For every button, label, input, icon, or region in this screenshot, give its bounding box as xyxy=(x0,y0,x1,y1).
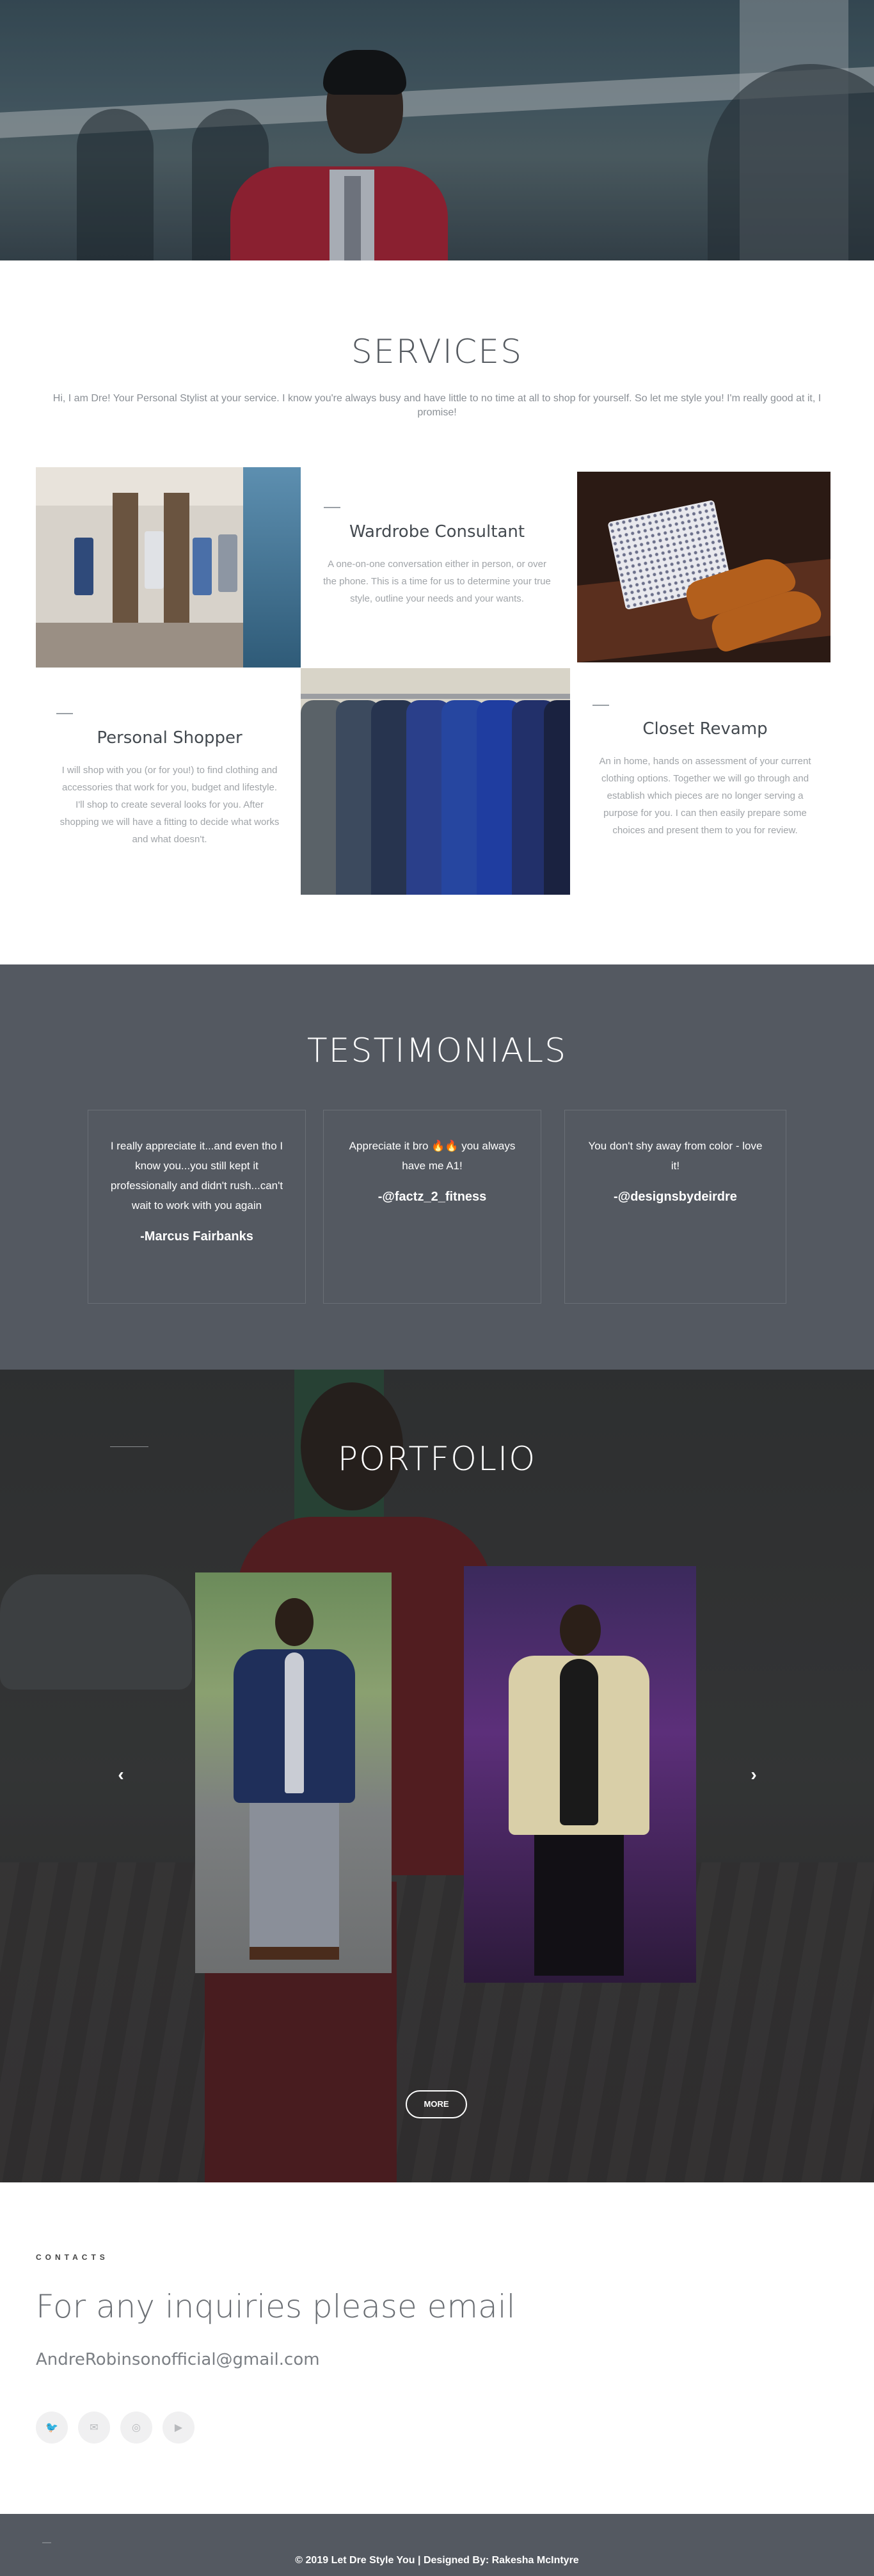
service-closet-revamp: Closet Revamp An in home, hands on asses… xyxy=(592,703,818,839)
testimonial-card: Appreciate it bro 🔥🔥 you always have me … xyxy=(323,1110,541,1304)
footer: © 2019 Let Dre Style You | Designed By: … xyxy=(0,2514,874,2576)
shoes-and-shirt-image xyxy=(577,472,830,662)
contact-email-link[interactable]: AndreRobinsonofficial@gmail.com xyxy=(36,2350,320,2369)
service-title: Closet Revamp xyxy=(642,719,768,739)
divider xyxy=(42,2542,51,2543)
suits-on-rack-image xyxy=(301,668,570,895)
testimonials-section: TESTIMONIALS I really appreciate it...an… xyxy=(0,964,874,1370)
testimonial-quote: Appreciate it bro 🔥🔥 you always have me … xyxy=(349,1140,516,1172)
services-intro: Hi, I am Dre! Your Personal Stylist at y… xyxy=(52,393,822,418)
clothing-store-image xyxy=(36,467,301,668)
testimonial-author: -Marcus Fairbanks xyxy=(140,1229,253,1244)
hero-banner xyxy=(0,0,874,260)
testimonial-card: I really appreciate it...and even tho I … xyxy=(88,1110,306,1304)
contacts-heading: For any inquiries please email xyxy=(36,2288,516,2325)
portfolio-title: PORTFOLIO xyxy=(337,1440,537,1478)
portfolio-photo-navy-blazer[interactable] xyxy=(195,1572,392,1973)
divider xyxy=(592,705,609,706)
portfolio-more-button[interactable]: MORE xyxy=(406,2090,467,2118)
contacts-label: CONTACTS xyxy=(36,2253,109,2262)
testimonial-card: You don't shy away from color - love it!… xyxy=(564,1110,786,1304)
email-icon[interactable]: ✉ xyxy=(78,2412,110,2444)
divider xyxy=(324,507,340,508)
testimonial-quote: You don't shy away from color - love it! xyxy=(588,1140,763,1172)
portfolio-photo-gold-tuxedo[interactable] xyxy=(464,1566,696,1983)
service-title: Wardrobe Consultant xyxy=(349,522,525,541)
service-title: Personal Shopper xyxy=(97,728,242,748)
testimonials-title: TESTIMONIALS xyxy=(306,1032,568,1070)
footer-copyright: © 2019 Let Dre Style You | Designed By: … xyxy=(295,2555,579,2566)
carousel-next-button[interactable]: › xyxy=(744,1764,763,1785)
services-title: SERVICES xyxy=(351,333,523,371)
testimonial-author: -@factz_2_fitness xyxy=(377,1190,487,1204)
youtube-icon[interactable]: ▶ xyxy=(163,2412,195,2444)
service-wardrobe-consultant: Wardrobe Consultant A one-on-one convers… xyxy=(320,506,554,607)
portfolio-section: PORTFOLIO ‹ › xyxy=(0,1370,874,2182)
testimonial-quote: I really appreciate it...and even tho I … xyxy=(110,1140,283,1212)
testimonial-author: -@designsbydeirdre xyxy=(614,1190,737,1204)
service-description: An in home, hands on assessment of your … xyxy=(599,756,811,836)
service-description: A one-on-one conversation either in pers… xyxy=(323,559,551,604)
twitter-icon[interactable]: 🐦 xyxy=(36,2412,68,2444)
social-links: 🐦 ✉ ◎ ▶ xyxy=(36,2412,195,2444)
service-description: I will shop with you (or for you!) to fi… xyxy=(60,765,280,845)
instagram-icon[interactable]: ◎ xyxy=(120,2412,152,2444)
carousel-prev-button[interactable]: ‹ xyxy=(111,1764,131,1785)
service-personal-shopper: Personal Shopper I will shop with you (o… xyxy=(56,709,282,848)
divider xyxy=(56,713,73,714)
